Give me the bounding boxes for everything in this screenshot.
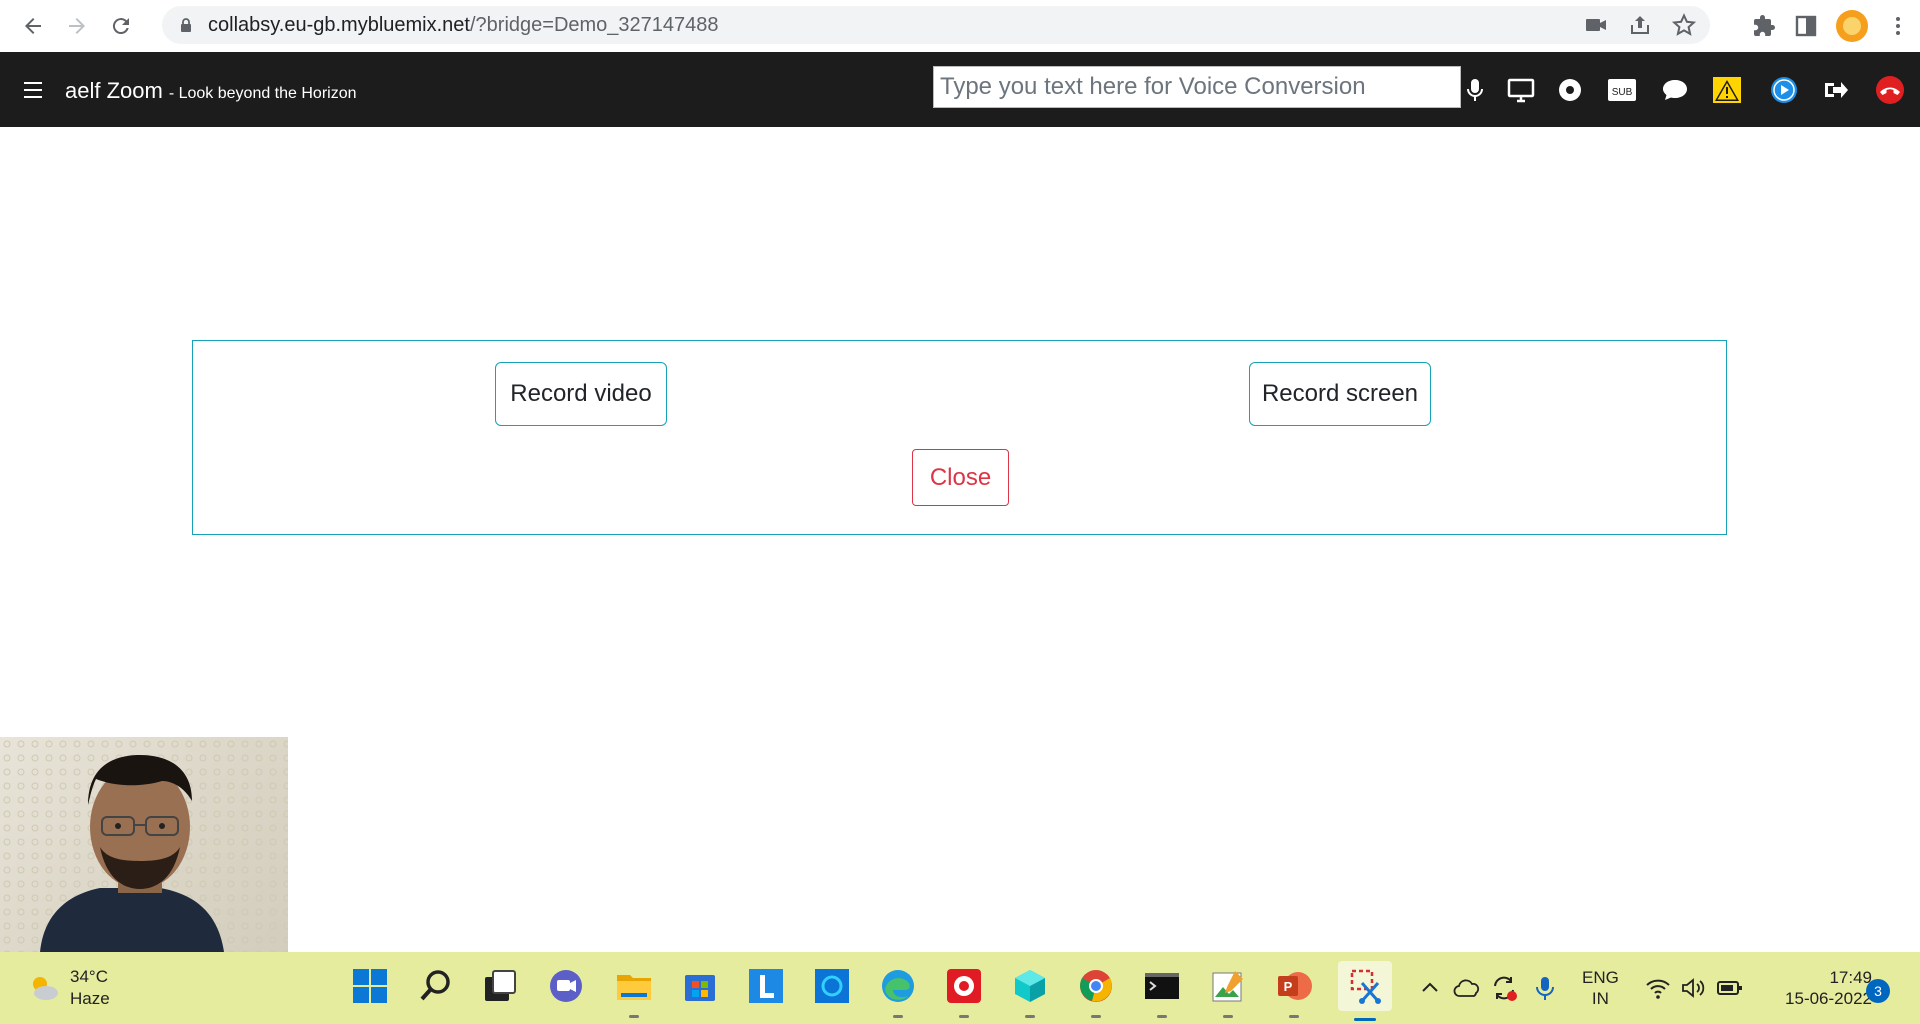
powerpoint-icon[interactable]: P — [1272, 964, 1316, 1018]
back-icon[interactable] — [16, 9, 50, 43]
task-view-icon[interactable] — [478, 964, 522, 1008]
lock-icon[interactable] — [178, 17, 194, 33]
language-indicator[interactable]: ENG IN — [1582, 967, 1619, 1009]
wifi-icon[interactable] — [1645, 976, 1671, 1000]
recorder-icon[interactable] — [942, 964, 986, 1018]
notification-badge[interactable]: 3 — [1866, 979, 1890, 1003]
windows-taskbar: 34°C Haze P ENG IN 17:49 15-06-2022 3 — [0, 952, 1920, 1024]
lang-code: ENG — [1582, 968, 1619, 987]
clock-date: 15-06-2022 — [1785, 989, 1872, 1008]
l-app-icon[interactable] — [744, 964, 788, 1008]
clock-time: 17:49 — [1829, 968, 1872, 987]
system-clock[interactable]: 17:49 15-06-2022 — [1764, 967, 1872, 1009]
play-icon[interactable] — [1766, 72, 1802, 108]
app-header: aelf Zoom - Look beyond the Horizon SUB — [0, 52, 1920, 127]
record-icon[interactable] — [1552, 72, 1588, 108]
search-icon[interactable] — [414, 964, 458, 1008]
microphone-icon[interactable] — [1457, 72, 1493, 108]
close-button[interactable]: Close — [912, 449, 1009, 506]
lang-region: IN — [1591, 989, 1609, 1008]
alexa-icon[interactable] — [810, 964, 854, 1008]
star-icon[interactable] — [1672, 13, 1696, 37]
exit-icon[interactable] — [1818, 72, 1854, 108]
sync-icon[interactable] — [1490, 974, 1518, 1002]
hamburger-menu-icon[interactable] — [24, 82, 42, 98]
camera-icon[interactable] — [1584, 13, 1608, 37]
record-options-dialog: Record video Record screen Close — [192, 340, 1727, 535]
chevron-up-icon[interactable] — [1418, 976, 1442, 1000]
file-explorer-icon[interactable] — [612, 964, 656, 1018]
svg-text:P: P — [1284, 979, 1293, 994]
brand-tagline: - Look beyond the Horizon — [168, 85, 357, 102]
url-text: collabsy.eu-gb.mybluemix.net/?bridge=Dem… — [208, 13, 719, 36]
reload-icon[interactable] — [104, 9, 138, 43]
sidebar-icon[interactable] — [1794, 14, 1818, 38]
edge-icon[interactable] — [876, 964, 920, 1018]
start-icon[interactable] — [348, 964, 392, 1008]
onedrive-icon[interactable] — [1453, 976, 1481, 1000]
chat-icon[interactable] — [1657, 72, 1693, 108]
volume-icon[interactable] — [1680, 976, 1706, 1000]
brand-name: aelf Zoom — [65, 78, 163, 103]
hangup-icon[interactable] — [1872, 72, 1908, 108]
microphone-icon[interactable] — [1532, 974, 1558, 1002]
battery-icon[interactable] — [1716, 978, 1744, 998]
voice-conversion-input[interactable] — [933, 66, 1461, 108]
video-camera-icon[interactable] — [1410, 72, 1446, 108]
browser-toolbar: collabsy.eu-gb.mybluemix.net/?bridge=Dem… — [0, 0, 1920, 53]
share-icon[interactable] — [1628, 13, 1652, 37]
webcam-preview — [0, 737, 288, 952]
subtitles-icon[interactable]: SUB — [1604, 72, 1640, 108]
teams-chat-icon[interactable] — [544, 964, 588, 1008]
screen-share-icon[interactable] — [1503, 72, 1539, 108]
record-screen-button[interactable]: Record screen — [1249, 362, 1431, 426]
profile-icon[interactable] — [1836, 10, 1868, 42]
address-bar[interactable]: collabsy.eu-gb.mybluemix.net/?bridge=Dem… — [162, 6, 1710, 44]
more-icon[interactable] — [1886, 14, 1910, 38]
forward-icon[interactable] — [60, 9, 94, 43]
chrome-icon[interactable] — [1074, 964, 1118, 1018]
cube-app-icon[interactable] — [1008, 964, 1052, 1018]
webcam-person-image — [0, 737, 288, 952]
terminal-icon[interactable] — [1140, 964, 1184, 1018]
svg-text:SUB: SUB — [1612, 87, 1633, 98]
extensions-icon[interactable] — [1752, 14, 1776, 38]
snipping-tool-icon[interactable] — [1338, 961, 1392, 1021]
store-icon[interactable] — [678, 964, 722, 1008]
photo-editor-icon[interactable] — [1206, 964, 1250, 1018]
record-video-button[interactable]: Record video — [495, 362, 667, 426]
app-brand: aelf Zoom - Look beyond the Horizon — [65, 78, 357, 104]
warning-icon[interactable] — [1709, 72, 1745, 108]
